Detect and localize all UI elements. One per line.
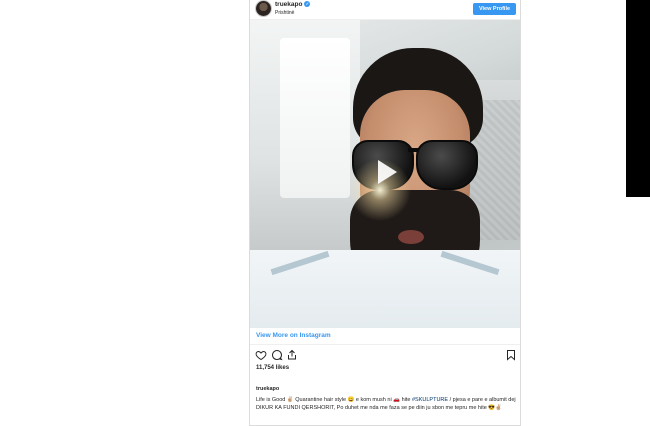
bookmark-icon[interactable] xyxy=(505,349,517,361)
action-bar xyxy=(250,347,520,363)
username-link[interactable]: truekapo ✓ xyxy=(275,1,311,8)
play-button[interactable] xyxy=(367,154,403,190)
caption-username[interactable]: truekapo xyxy=(256,385,516,393)
verified-badge-icon: ✓ xyxy=(304,1,311,8)
likes-count[interactable]: 11,754 likes xyxy=(256,365,289,371)
caption-text-part1: Life is Good ✌🏼 Quarantine hair style 😀 … xyxy=(256,397,411,403)
instagram-embed: truekapo ✓ Prishtinë View Profile View Mo… xyxy=(249,0,521,426)
username-text: truekapo xyxy=(275,1,303,8)
play-icon xyxy=(378,160,397,184)
video-media[interactable] xyxy=(250,20,520,328)
divider xyxy=(250,344,520,345)
heart-icon[interactable] xyxy=(255,349,267,361)
view-profile-button[interactable]: View Profile xyxy=(473,3,516,15)
caption-hashtag[interactable]: #SKULPTURE xyxy=(412,397,448,403)
post-caption: truekapo Life is Good ✌🏼 Quarantine hair… xyxy=(256,385,516,412)
sunglasses-lens-right xyxy=(416,140,478,190)
comment-icon[interactable] xyxy=(271,349,283,361)
person-mouth xyxy=(398,230,424,244)
background-black-bar xyxy=(626,0,650,197)
avatar[interactable] xyxy=(256,1,271,16)
location-link[interactable]: Prishtinë xyxy=(275,10,294,16)
share-icon[interactable] xyxy=(286,349,298,361)
view-more-link[interactable]: View More on Instagram xyxy=(256,332,331,339)
post-header: truekapo ✓ Prishtinë View Profile xyxy=(250,0,520,20)
